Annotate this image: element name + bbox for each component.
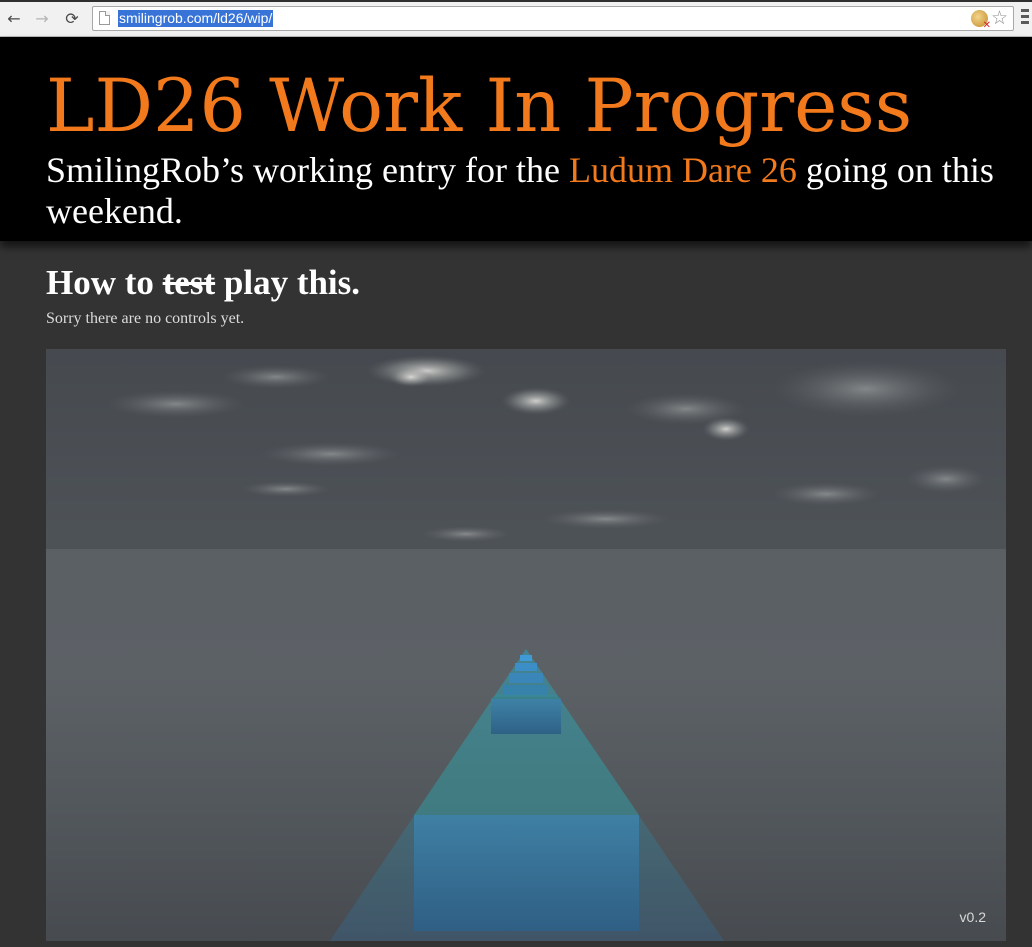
bookmark-star-icon[interactable]: ☆ [991,7,1008,29]
cloud [501,387,571,415]
forward-arrow-icon[interactable]: → [32,8,52,28]
page-icon [99,11,110,25]
page-subtitle: SmilingRob’s working entry for the Ludum… [46,150,1006,232]
url-text[interactable]: smilingrob.com/ld26/wip/ [118,10,274,27]
game-canvas[interactable]: v0.2 [46,349,1006,941]
heading-start: How to [46,263,163,302]
section-heading: How to test play this. [46,263,360,303]
page-title: LD26 Work In Progress [46,64,913,149]
mid-block [491,699,561,734]
distant-block [509,673,543,683]
controls-note: Sorry there are no controls yet. [46,310,245,327]
cloud [389,367,433,387]
browser-toolbar: ← → ⟳ smilingrob.com/ld26/wip/ ☆ [0,0,1032,37]
chrome-menu-icon[interactable] [1021,9,1031,27]
cloud [261,442,401,466]
game-scene [46,349,1006,941]
cloud [541,509,671,529]
cloud [421,526,511,542]
version-label: v0.2 [959,909,986,925]
heading-end: play this. [215,263,361,302]
heading-struck-word: test [162,263,216,302]
cloud [241,481,331,497]
site-header: LD26 Work In Progress SmilingRob’s worki… [0,37,1032,241]
address-bar[interactable]: smilingrob.com/ld26/wip/ ☆ [92,6,1014,31]
ludum-dare-link[interactable]: Ludum Dare 26 [569,150,797,190]
mid-block-top [491,695,561,699]
cloud [906,465,986,493]
cloud [702,417,750,441]
cloud [771,482,881,506]
cloud [106,390,246,418]
back-arrow-icon[interactable]: ← [4,8,24,28]
distant-block [504,685,547,695]
extension-icon[interactable] [971,10,991,31]
distant-block [515,663,537,671]
cloud [221,365,331,389]
subtitle-text: SmilingRob’s working entry for the [46,150,569,190]
cloud [771,361,961,417]
reload-icon[interactable]: ⟳ [62,8,82,28]
near-block [414,815,639,931]
window-edge [0,0,1032,2]
distant-block [520,655,532,661]
